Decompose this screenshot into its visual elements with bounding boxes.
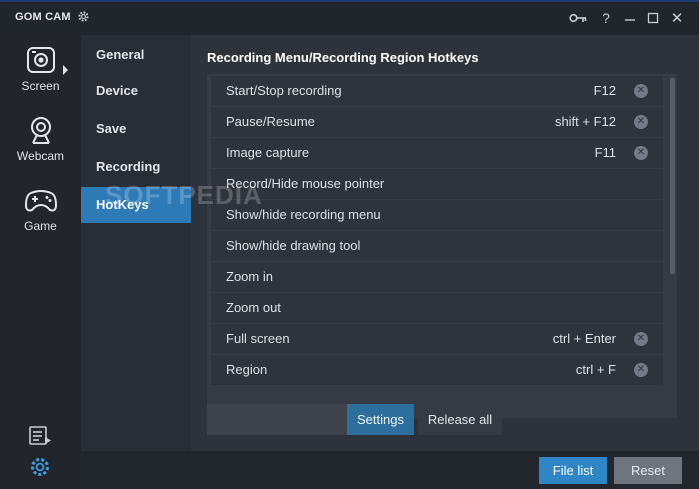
hotkey-row[interactable]: Record/Hide mouse pointer xyxy=(211,169,663,199)
hotkey-row[interactable]: Zoom in xyxy=(211,262,663,292)
hotkey-label: Start/Stop recording xyxy=(226,83,342,98)
expand-arrow-icon xyxy=(63,65,68,75)
file-list-icon[interactable] xyxy=(28,425,52,447)
subnav-item-hotkeys[interactable]: HotKeys xyxy=(81,187,191,223)
help-icon[interactable]: ? xyxy=(596,8,616,28)
scrollbar[interactable] xyxy=(670,78,675,274)
webcam-icon xyxy=(30,117,51,144)
hotkey-row[interactable]: Full screen ctrl + Enter ✕ xyxy=(211,324,663,354)
screen-capture-icon xyxy=(26,47,55,73)
hotkey-binding: shift + F12 xyxy=(554,114,616,129)
title-bar: GOM CAM ? ✕ xyxy=(0,0,699,35)
clear-hotkey-icon[interactable]: ✕ xyxy=(634,115,648,129)
nav-item-screen[interactable]: Screen xyxy=(0,45,81,93)
key-icon[interactable] xyxy=(568,8,588,28)
app-title: GOM CAM xyxy=(15,11,71,23)
settings-gear-icon[interactable] xyxy=(28,456,52,478)
hotkeys-panel: Recording Menu/Recording Region Hotkeys … xyxy=(191,35,699,451)
settings-subnav: General Device Save Recording HotKeys xyxy=(81,35,191,451)
hotkey-label: Full screen xyxy=(226,331,290,346)
footer-bar: File list Reset xyxy=(81,451,699,489)
file-list-button[interactable]: File list xyxy=(539,457,607,484)
nav-label-screen: Screen xyxy=(21,79,60,93)
nav-item-game[interactable]: Game xyxy=(0,185,81,233)
clear-hotkey-icon[interactable]: ✕ xyxy=(634,332,648,346)
subnav-item-device[interactable]: Device xyxy=(81,73,191,109)
section-title: Recording Menu/Recording Region Hotkeys xyxy=(207,50,479,65)
hotkey-input[interactable] xyxy=(207,404,347,435)
subnav-item-general[interactable]: General xyxy=(81,37,191,73)
nav-label-game: Game xyxy=(24,219,57,233)
hotkey-row[interactable]: Start/Stop recording F12 ✕ xyxy=(211,76,663,106)
hotkey-binding: F12 xyxy=(593,83,616,98)
subnav-item-recording[interactable]: Recording xyxy=(81,149,191,185)
nav-item-webcam[interactable]: Webcam xyxy=(0,115,81,163)
hotkey-label: Record/Hide mouse pointer xyxy=(226,176,385,191)
hotkey-row[interactable]: Zoom out xyxy=(211,293,663,323)
clear-hotkey-icon[interactable]: ✕ xyxy=(634,363,648,377)
hotkey-label: Region xyxy=(226,362,268,377)
hotkey-list: Start/Stop recording F12 ✕ Pause/Resume shif… xyxy=(207,74,677,418)
hotkey-row[interactable]: Show/hide drawing tool xyxy=(211,231,663,261)
hotkey-label: Zoom in xyxy=(226,269,273,284)
close-icon[interactable]: ✕ xyxy=(667,8,687,28)
hotkey-label: Show/hide recording menu xyxy=(226,207,381,222)
reset-button[interactable]: Reset xyxy=(614,457,682,484)
hotkey-label: Zoom out xyxy=(226,300,281,315)
mode-sidebar: Screen Webcam Game xyxy=(0,35,81,489)
release-all-button[interactable]: Release all xyxy=(418,404,502,435)
settings-button[interactable]: Settings xyxy=(347,404,414,435)
hotkey-binding: F11 xyxy=(594,145,616,160)
clear-hotkey-icon[interactable]: ✕ xyxy=(634,84,648,98)
hotkey-row[interactable]: Image capture F11 ✕ xyxy=(211,138,663,168)
hotkey-binding: ctrl + F xyxy=(575,362,616,377)
hotkey-binding: ctrl + Enter xyxy=(552,331,616,346)
hotkey-row[interactable]: Pause/Resume shift + F12 ✕ xyxy=(211,107,663,137)
subnav-item-save[interactable]: Save xyxy=(81,111,191,147)
hotkey-row[interactable]: Show/hide recording menu xyxy=(211,200,663,230)
hotkey-label: Image capture xyxy=(226,145,310,160)
minimize-icon[interactable] xyxy=(620,8,640,28)
clear-hotkey-icon[interactable]: ✕ xyxy=(634,146,648,160)
maximize-icon[interactable] xyxy=(643,8,663,28)
hotkey-row[interactable]: Region ctrl + F ✕ xyxy=(211,355,663,385)
nav-label-webcam: Webcam xyxy=(16,149,65,163)
gamepad-icon xyxy=(24,190,57,212)
gear-icon[interactable] xyxy=(77,10,90,23)
hotkey-label: Show/hide drawing tool xyxy=(226,238,361,253)
hotkey-label: Pause/Resume xyxy=(226,114,315,129)
